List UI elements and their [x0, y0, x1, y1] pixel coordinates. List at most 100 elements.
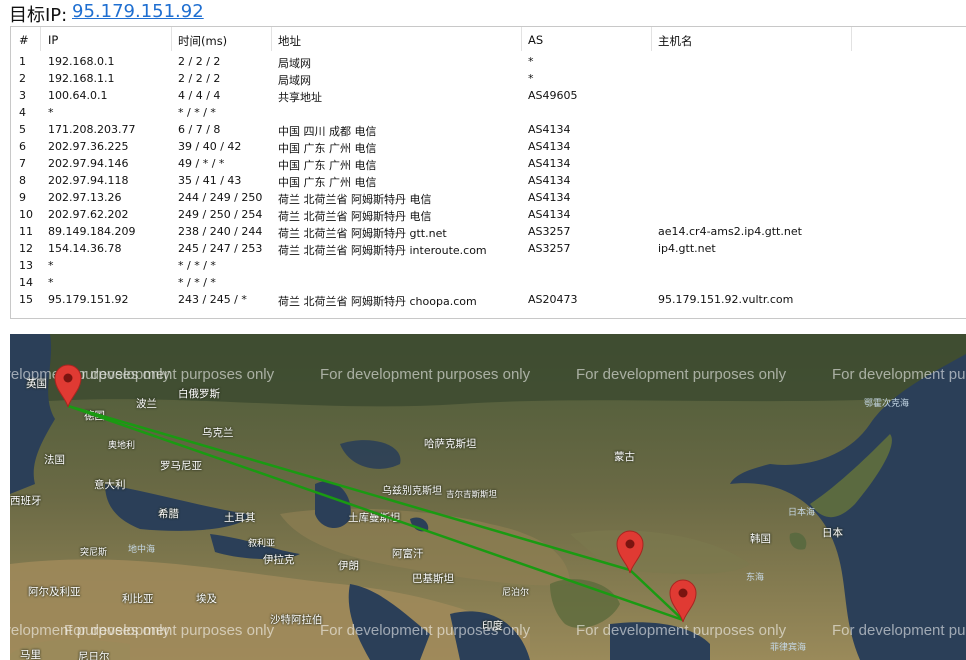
- cell-time: 35 / 41 / 43: [178, 174, 242, 187]
- cell-index: 15: [19, 293, 33, 306]
- map-pin-icon[interactable]: [616, 530, 644, 574]
- cell-ip: 95.179.151.92: [48, 293, 129, 306]
- cell-index: 5: [19, 123, 26, 136]
- cell-index: 7: [19, 157, 26, 170]
- map-pin-icon[interactable]: [54, 364, 82, 408]
- col-divider[interactable]: [651, 27, 652, 51]
- route-overlay: [67, 404, 684, 622]
- cell-index: 4: [19, 106, 26, 119]
- cell-hostname: ae14.cr4-ams2.ip4.gtt.net: [658, 225, 802, 238]
- table-row[interactable]: 14 * * / * / *: [11, 274, 966, 291]
- col-header-index[interactable]: #: [19, 33, 29, 47]
- table-row[interactable]: 9 202.97.13.26 244 / 249 / 250 荷兰 北荷兰省 阿姆斯特…: [11, 189, 966, 206]
- cell-ip: 171.208.203.77: [48, 123, 136, 136]
- cell-ip: 154.14.36.78: [48, 242, 122, 255]
- cell-as: AS4134: [528, 174, 571, 187]
- cell-time: 2 / 2 / 2: [178, 55, 221, 68]
- cell-time: * / * / *: [178, 106, 216, 119]
- col-divider[interactable]: [271, 27, 272, 51]
- cell-as: AS4134: [528, 140, 571, 153]
- table-row[interactable]: 4 * * / * / *: [11, 104, 966, 121]
- cell-index: 3: [19, 89, 26, 102]
- cell-hostname: ip4.gtt.net: [658, 242, 716, 255]
- cell-index: 11: [19, 225, 33, 238]
- cell-address: 局域网: [278, 74, 311, 87]
- cell-address: 中国 广东 广州 电信: [278, 142, 377, 155]
- target-ip-link[interactable]: 95.179.151.92: [72, 1, 204, 22]
- cell-ip: 192.168.1.1: [48, 72, 115, 85]
- map-pin-icon[interactable]: [669, 579, 697, 623]
- table-row[interactable]: 5 171.208.203.77 6 / 7 / 8 中国 四川 成都 电信 AS413…: [11, 121, 966, 138]
- table-row[interactable]: 13 * * / * / *: [11, 257, 966, 274]
- table-row[interactable]: 2 192.168.1.1 2 / 2 / 2 局域网 *: [11, 70, 966, 87]
- cell-as: AS4134: [528, 123, 571, 136]
- cell-time: * / * / *: [178, 259, 216, 272]
- cell-address: 荷兰 北荷兰省 阿姆斯特丹 电信: [278, 193, 432, 206]
- cell-as: AS4134: [528, 191, 571, 204]
- cell-ip: 192.168.0.1: [48, 55, 115, 68]
- col-header-time[interactable]: 时间(ms): [178, 33, 227, 49]
- cell-ip: 202.97.62.202: [48, 208, 129, 221]
- cell-index: 12: [19, 242, 33, 255]
- cell-address: 荷兰 北荷兰省 阿姆斯特丹 gtt.net: [278, 227, 447, 240]
- col-divider[interactable]: [171, 27, 172, 51]
- cell-index: 10: [19, 208, 33, 221]
- cell-as: AS3257: [528, 225, 571, 238]
- cell-index: 9: [19, 191, 26, 204]
- cell-hostname: 95.179.151.92.vultr.com: [658, 293, 794, 306]
- cell-as: AS20473: [528, 293, 578, 306]
- route-line: [67, 404, 684, 622]
- cell-time: * / * / *: [178, 276, 216, 289]
- cell-index: 2: [19, 72, 26, 85]
- cell-time: 6 / 7 / 8: [178, 123, 221, 136]
- cell-time: 249 / 250 / 254: [178, 208, 263, 221]
- cell-as: AS4134: [528, 208, 571, 221]
- cell-ip: 202.97.13.26: [48, 191, 122, 204]
- cell-ip: *: [48, 106, 54, 119]
- cell-ip: *: [48, 276, 54, 289]
- cell-time: 39 / 40 / 42: [178, 140, 242, 153]
- table-row[interactable]: 10 202.97.62.202 249 / 250 / 254 荷兰 北荷兰省 阿姆…: [11, 206, 966, 223]
- cell-as: AS3257: [528, 242, 571, 255]
- cell-address: 中国 广东 广州 电信: [278, 159, 377, 172]
- cell-time: 243 / 245 / *: [178, 293, 247, 306]
- cell-address: 中国 广东 广州 电信: [278, 176, 377, 189]
- cell-address: 荷兰 北荷兰省 阿姆斯特丹 电信: [278, 210, 432, 223]
- route-map[interactable]: 英国 白俄罗斯 波兰 德国 乌克兰 奥地利 法国 罗马尼亚 意大利 希腊 西班牙…: [10, 334, 966, 660]
- cell-as: *: [528, 55, 534, 68]
- target-header: 目标IP: 95.179.151.92: [0, 0, 966, 26]
- col-header-address[interactable]: 地址: [278, 33, 301, 49]
- table-row[interactable]: 6 202.97.36.225 39 / 40 / 42 中国 广东 广州 电信 AS4…: [11, 138, 966, 155]
- cell-ip: *: [48, 259, 54, 272]
- col-header-hostname[interactable]: 主机名: [658, 33, 693, 49]
- target-label: 目标IP:: [9, 5, 68, 26]
- traceroute-table: # IP 时间(ms) 地址 AS 主机名 1 192.168.0.1 2 / 2 …: [10, 26, 966, 319]
- cell-index: 1: [19, 55, 26, 68]
- cell-index: 14: [19, 276, 33, 289]
- table-row[interactable]: 8 202.97.94.118 35 / 41 / 43 中国 广东 广州 电信 AS4…: [11, 172, 966, 189]
- col-divider[interactable]: [40, 27, 41, 51]
- cell-ip: 100.64.0.1: [48, 89, 108, 102]
- col-divider[interactable]: [521, 27, 522, 51]
- col-divider[interactable]: [851, 27, 852, 51]
- cell-time: 4 / 4 / 4: [178, 89, 221, 102]
- col-header-ip[interactable]: IP: [48, 33, 58, 47]
- cell-time: 2 / 2 / 2: [178, 72, 221, 85]
- cell-address: 共享地址: [278, 91, 322, 104]
- table-row[interactable]: 1 192.168.0.1 2 / 2 / 2 局域网 *: [11, 53, 966, 70]
- cell-address: 荷兰 北荷兰省 阿姆斯特丹 interoute.com: [278, 244, 487, 257]
- table-row[interactable]: 12 154.14.36.78 245 / 247 / 253 荷兰 北荷兰省 阿姆斯…: [11, 240, 966, 257]
- cell-address: 局域网: [278, 57, 311, 70]
- table-row[interactable]: 15 95.179.151.92 243 / 245 / * 荷兰 北荷兰省 阿姆斯特…: [11, 291, 966, 308]
- cell-time: 238 / 240 / 244: [178, 225, 263, 238]
- table-row[interactable]: 7 202.97.94.146 49 / * / * 中国 广东 广州 电信 AS413…: [11, 155, 966, 172]
- col-header-as[interactable]: AS: [528, 33, 543, 47]
- cell-ip: 202.97.94.146: [48, 157, 129, 170]
- cell-ip: 202.97.94.118: [48, 174, 129, 187]
- cell-index: 13: [19, 259, 33, 272]
- table-row[interactable]: 11 89.149.184.209 238 / 240 / 244 荷兰 北荷兰省 阿…: [11, 223, 966, 240]
- table-row[interactable]: 3 100.64.0.1 4 / 4 / 4 共享地址 AS49605: [11, 87, 966, 104]
- cell-as: *: [528, 72, 534, 85]
- cell-index: 8: [19, 174, 26, 187]
- cell-address: 荷兰 北荷兰省 阿姆斯特丹 choopa.com: [278, 295, 477, 308]
